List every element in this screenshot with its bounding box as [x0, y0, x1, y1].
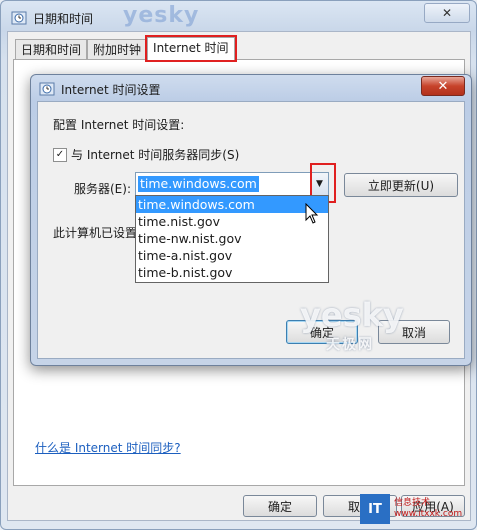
watermark-mid-cn: 天极网: [326, 337, 374, 353]
dropdown-option[interactable]: time.nist.gov: [136, 213, 328, 230]
tab-additional-clocks[interactable]: 附加时钟: [87, 39, 148, 60]
clock-icon: [11, 11, 27, 25]
help-link[interactable]: 什么是 Internet 时间同步?: [35, 439, 181, 456]
tab-internet-time[interactable]: Internet 时间: [145, 35, 237, 62]
sync-status-text: 此计算机已设置: [53, 226, 138, 240]
server-dropdown-list: time.windows.com time.nist.gov time-nw.n…: [135, 195, 329, 283]
inner-titlebar: Internet 时间设置: [39, 79, 160, 99]
watermark-top: yesky: [123, 3, 200, 28]
watermark-mid: yesky: [300, 296, 404, 334]
ok-button[interactable]: 确定: [243, 495, 317, 517]
internet-time-settings-dialog: Internet 时间设置 ✕ 配置 Internet 时间设置: ✓ 与 In…: [30, 74, 472, 366]
outer-close-button[interactable]: ✕: [424, 3, 470, 23]
config-label: 配置 Internet 时间设置:: [53, 118, 185, 132]
sync-checkbox-label: 与 Internet 时间服务器同步(S): [71, 148, 240, 162]
server-label: 服务器(E):: [74, 182, 131, 196]
server-combobox[interactable]: time.windows.com ▼: [135, 172, 329, 196]
sync-row[interactable]: ✓ 与 Internet 时间服务器同步(S): [53, 146, 239, 163]
server-value: time.windows.com: [138, 176, 259, 192]
inner-close-button[interactable]: ✕: [421, 76, 465, 96]
mouse-cursor-icon: [305, 203, 319, 224]
outer-titlebar: 日期和时间: [11, 9, 93, 27]
watermark-bottom-right: IT 信息技术 www.itxxk.com: [360, 494, 462, 524]
update-now-button[interactable]: 立即更新(U): [344, 173, 458, 197]
dropdown-option[interactable]: time.windows.com: [136, 196, 328, 213]
inner-title: Internet 时间设置: [61, 82, 161, 97]
clock-icon: [39, 82, 55, 96]
dropdown-option[interactable]: time-nw.nist.gov: [136, 230, 328, 247]
watermark-text-1: 信息技术: [394, 498, 431, 508]
tab-bar: 日期和时间 附加时钟 Internet 时间: [15, 35, 237, 62]
it-logo: IT: [360, 494, 390, 524]
dropdown-option[interactable]: time-a.nist.gov: [136, 247, 328, 264]
watermark-text-block: 信息技术 www.itxxk.com: [394, 498, 462, 520]
tab-date-time[interactable]: 日期和时间: [15, 39, 88, 60]
sync-checkbox[interactable]: ✓: [53, 147, 67, 162]
outer-title: 日期和时间: [33, 11, 94, 26]
watermark-text-2: www.itxxk.com: [394, 509, 463, 519]
dropdown-option[interactable]: time-b.nist.gov: [136, 264, 328, 281]
